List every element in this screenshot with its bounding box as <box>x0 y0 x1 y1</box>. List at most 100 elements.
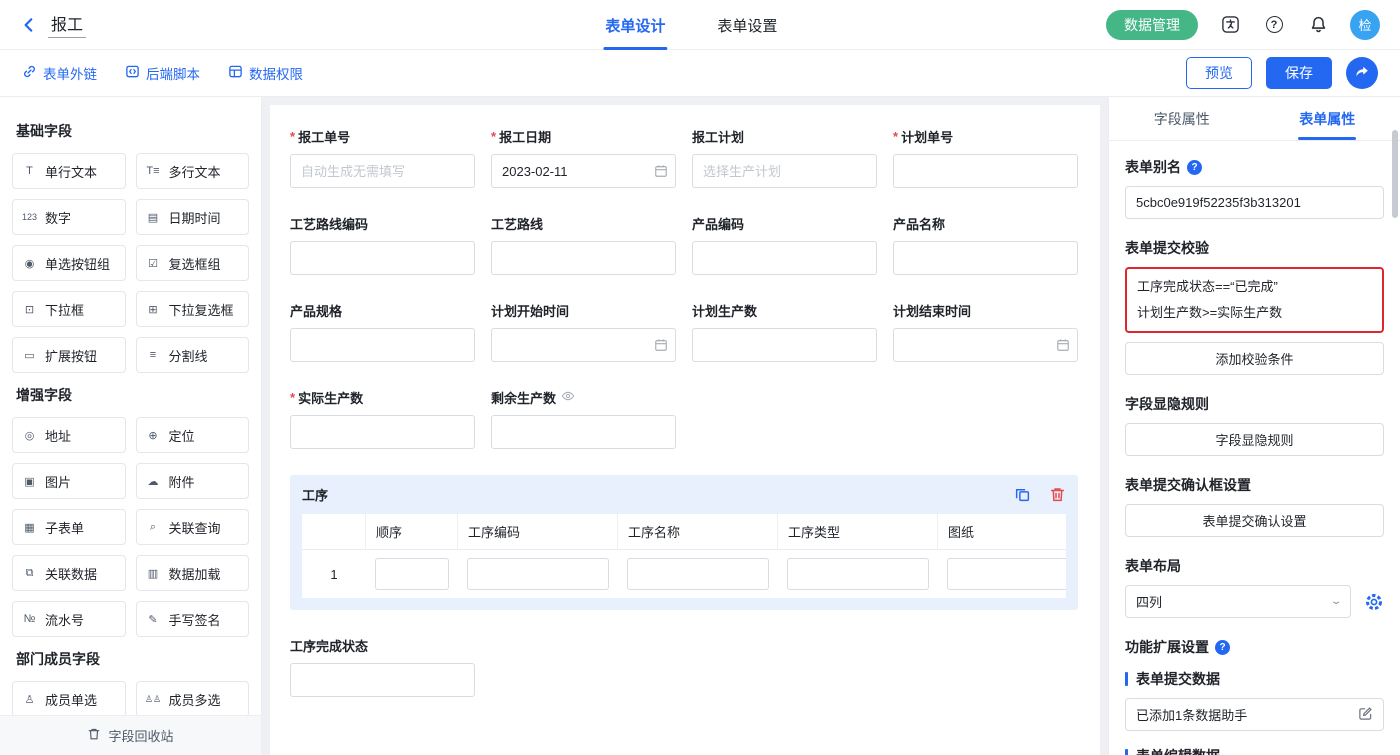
sidebar-item-attachment[interactable]: ☁附件 <box>136 463 250 499</box>
sidebar-item-select[interactable]: ⊡下拉框 <box>12 291 126 327</box>
drawing-input[interactable] <box>947 558 1066 590</box>
backend-script-link[interactable]: 后端脚本 <box>125 63 200 83</box>
help-icon[interactable]: ? <box>1262 13 1286 37</box>
image-icon: ▣ <box>21 475 38 488</box>
sidebar-item-multi-select[interactable]: ⊞下拉复选框 <box>136 291 250 327</box>
subform-title: 工序 <box>302 485 328 504</box>
tab-form-settings[interactable]: 表单设置 <box>717 0 777 50</box>
data-manage-button[interactable]: 数据管理 <box>1106 10 1198 40</box>
notification-bell-icon[interactable] <box>1306 13 1330 37</box>
checkbox-group-icon: ☑ <box>145 257 162 270</box>
subform-header-order: 顺序 <box>366 514 458 550</box>
display-rules-button[interactable]: 字段显隐规则 <box>1125 423 1384 456</box>
single-line-text-icon: T <box>21 165 38 177</box>
product-code-input[interactable] <box>692 241 877 275</box>
field-plan-qty[interactable]: 计划生产数 <box>692 301 877 362</box>
plan-no-input[interactable] <box>893 154 1078 188</box>
panel-scrollbar[interactable] <box>1392 130 1398 218</box>
field-route-code[interactable]: 工艺路线编码 <box>290 214 475 275</box>
sidebar-item-member-single[interactable]: ♙成员单选 <box>12 681 126 717</box>
multi-select-icon: ⊞ <box>145 303 162 316</box>
sidebar-item-number[interactable]: 123数字 <box>12 199 126 235</box>
add-validation-button[interactable]: 添加校验条件 <box>1125 342 1384 375</box>
validation-rule[interactable]: 计划生产数>=实际生产数 <box>1137 300 1372 326</box>
process-status-input[interactable] <box>290 663 475 697</box>
report-plan-input[interactable] <box>692 154 877 188</box>
plan-qty-input[interactable] <box>692 328 877 362</box>
product-spec-input[interactable] <box>290 328 475 362</box>
route-input[interactable] <box>491 241 676 275</box>
tab-field-properties[interactable]: 字段属性 <box>1109 97 1255 140</box>
layout-select[interactable]: 四列 ⌄ <box>1125 585 1351 618</box>
field-product-name[interactable]: 产品名称 <box>893 214 1078 275</box>
sidebar-item-data-load[interactable]: ▥数据加载 <box>136 555 250 591</box>
sidebar-item-location[interactable]: ⊕定位 <box>136 417 250 453</box>
sidebar-item-divider[interactable]: ≡分割线 <box>136 337 250 373</box>
sidebar-item-extend-button[interactable]: ▭扩展按钮 <box>12 337 126 373</box>
data-permission-link[interactable]: 数据权限 <box>228 63 303 83</box>
section-title-member-fields: 部门成员字段 <box>16 649 249 669</box>
form-title[interactable]: 报工 <box>48 11 86 38</box>
field-product-spec[interactable]: 产品规格 <box>290 301 475 362</box>
sidebar-item-image[interactable]: ▣图片 <box>12 463 126 499</box>
process-name-input[interactable] <box>627 558 769 590</box>
submit-confirm-button[interactable]: 表单提交确认设置 <box>1125 504 1384 537</box>
field-plan-no[interactable]: 计划单号 <box>893 127 1078 188</box>
gear-icon[interactable] <box>1364 592 1384 612</box>
delete-icon[interactable] <box>1049 486 1066 503</box>
preview-button[interactable]: 预览 <box>1186 57 1252 89</box>
field-plan-start-time[interactable]: 计划开始时间 <box>491 301 676 362</box>
remaining-qty-input[interactable] <box>491 415 676 449</box>
sidebar-item-lookup-query[interactable]: ⌕关联查询 <box>136 509 250 545</box>
field-recycle-bin[interactable]: 字段回收站 <box>0 715 261 755</box>
field-plan-end-time[interactable]: 计划结束时间 <box>893 301 1078 362</box>
sidebar-item-single-line-text[interactable]: T单行文本 <box>12 153 126 189</box>
sidebar-item-address[interactable]: ◎地址 <box>12 417 126 453</box>
radio-group-icon: ◉ <box>21 257 38 270</box>
validation-rule[interactable]: 工序完成状态==“已完成” <box>1137 274 1372 300</box>
tab-form-design[interactable]: 表单设计 <box>605 0 665 50</box>
report-date-input[interactable] <box>491 154 676 188</box>
field-report-plan[interactable]: 报工计划 <box>692 127 877 188</box>
order-input[interactable] <box>375 558 449 590</box>
translate-icon[interactable] <box>1218 13 1242 37</box>
data-assistant-box[interactable]: 已添加1条数据助手 <box>1125 698 1384 731</box>
field-route[interactable]: 工艺路线 <box>491 214 676 275</box>
product-name-input[interactable] <box>893 241 1078 275</box>
route-code-input[interactable] <box>290 241 475 275</box>
extension-help-icon[interactable]: ? <box>1215 640 1230 655</box>
alias-help-icon[interactable]: ? <box>1187 160 1202 175</box>
share-button[interactable] <box>1346 57 1378 89</box>
plan-end-time-input[interactable] <box>893 328 1078 362</box>
edit-icon[interactable] <box>1358 706 1373 724</box>
field-report-date[interactable]: 报工日期 <box>491 127 676 188</box>
report-no-input[interactable] <box>290 154 475 188</box>
sidebar-item-datetime[interactable]: ▤日期时间 <box>136 199 250 235</box>
subform-header-process-name: 工序名称 <box>618 514 778 550</box>
field-remaining-qty[interactable]: 剩余生产数 <box>491 388 676 449</box>
process-code-input[interactable] <box>467 558 609 590</box>
sidebar-item-radio-group[interactable]: ◉单选按钮组 <box>12 245 126 281</box>
sidebar-item-member-multi[interactable]: ♙♙成员多选 <box>136 681 250 717</box>
form-alias-input[interactable] <box>1125 186 1384 219</box>
avatar[interactable]: 检 <box>1350 10 1380 40</box>
tab-form-properties[interactable]: 表单属性 <box>1255 97 1400 140</box>
copy-icon[interactable] <box>1014 486 1031 503</box>
sidebar-item-subform[interactable]: ▦子表单 <box>12 509 126 545</box>
sidebar-item-handwritten-signature[interactable]: ✎手写签名 <box>136 601 250 637</box>
plan-start-time-input[interactable] <box>491 328 676 362</box>
field-actual-qty[interactable]: 实际生产数 <box>290 388 475 449</box>
sidebar-item-checkbox-group[interactable]: ☑复选框组 <box>136 245 250 281</box>
back-icon[interactable] <box>20 16 38 34</box>
field-report-no[interactable]: 报工单号 <box>290 127 475 188</box>
sidebar-item-multi-line-text[interactable]: T≡多行文本 <box>136 153 250 189</box>
sidebar-item-linked-data[interactable]: ⧉关联数据 <box>12 555 126 591</box>
subform-process[interactable]: 工序 顺序 工序编码 工序名称 工序类型 图纸 <box>290 475 1078 610</box>
field-product-code[interactable]: 产品编码 <box>692 214 877 275</box>
process-type-input[interactable] <box>787 558 929 590</box>
field-process-status[interactable]: 工序完成状态 <box>290 636 475 697</box>
save-button[interactable]: 保存 <box>1266 57 1332 89</box>
sidebar-item-serial-number[interactable]: №流水号 <box>12 601 126 637</box>
actual-qty-input[interactable] <box>290 415 475 449</box>
form-external-link[interactable]: 表单外链 <box>22 63 97 83</box>
